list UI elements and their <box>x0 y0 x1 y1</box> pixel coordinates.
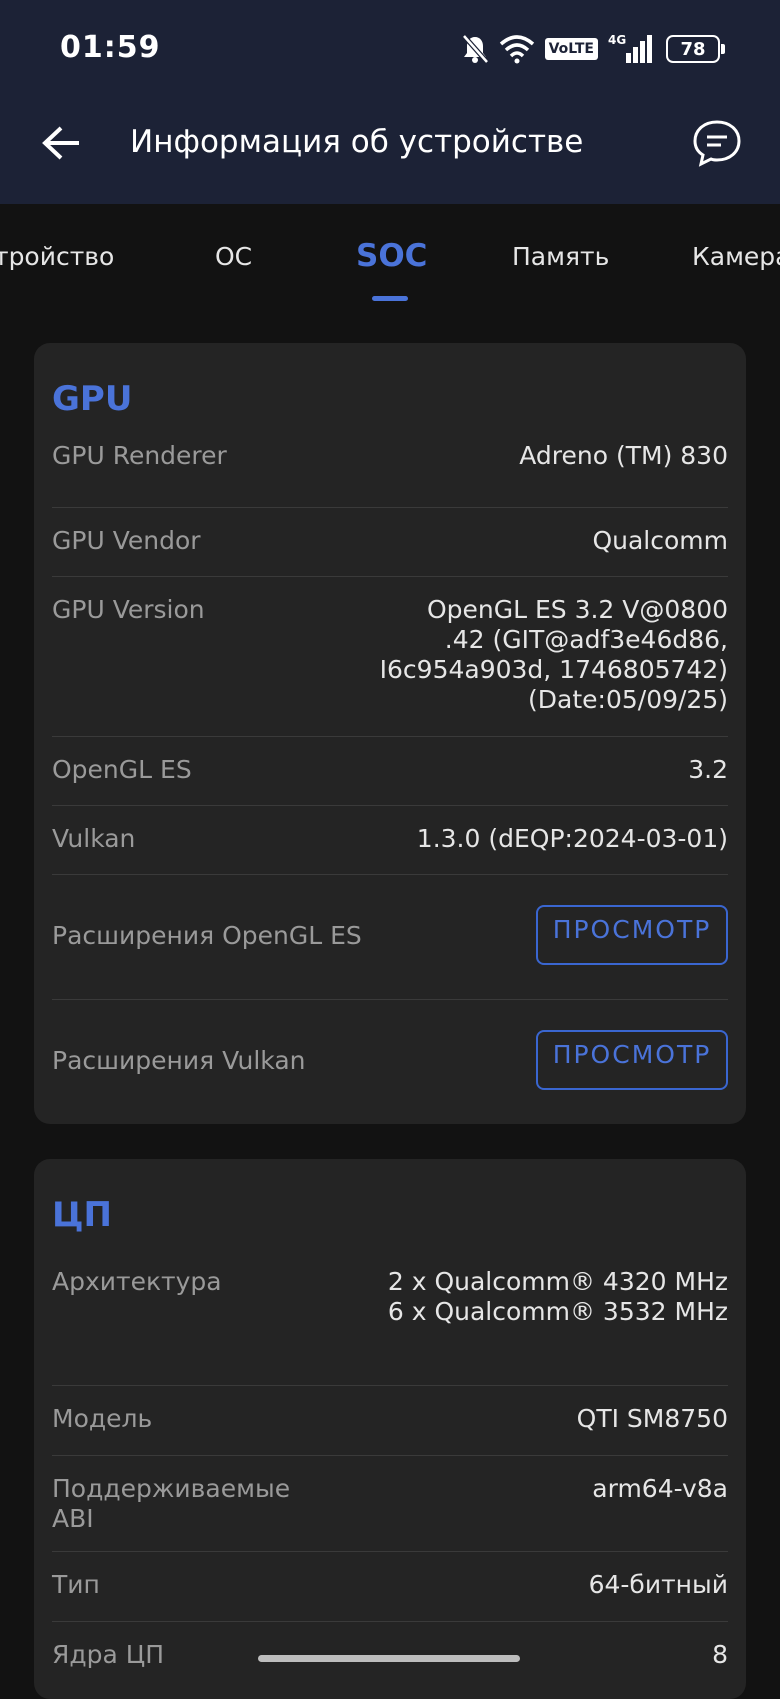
gpu-renderer-label: GPU Renderer <box>52 441 227 470</box>
vulkan-label: Vulkan <box>52 824 136 853</box>
gpu-version-value: OpenGL ES 3.2 V@0800 .42 (GIT@adf3e46d86… <box>379 595 728 714</box>
gpu-version-label: GPU Version <box>52 595 205 624</box>
abi-row: Поддерживаемые ABI arm64-v8a <box>52 1455 728 1552</box>
tab-soc[interactable]: SOC <box>356 238 427 274</box>
status-time: 01:59 <box>60 30 161 65</box>
cpu-cores-label: Ядра ЦП <box>52 1640 164 1669</box>
vulkan-extensions-label: Расширения Vulkan <box>52 1046 306 1075</box>
cpu-card: ЦП Архитектура 2 x Qualcomm® 4320 MHz 6 … <box>34 1159 746 1699</box>
model-value: QTI SM8750 <box>576 1404 728 1433</box>
model-label: Модель <box>52 1404 153 1433</box>
tab-os[interactable]: ОС <box>215 242 252 271</box>
opengl-es-value: 3.2 <box>688 755 728 784</box>
signal-icon: 4G <box>608 33 656 65</box>
battery-icon: 78 <box>666 35 725 63</box>
wifi-icon <box>499 34 535 64</box>
back-button[interactable] <box>36 118 86 168</box>
architecture-label: Архитектура <box>52 1267 222 1296</box>
type-row: Тип 64-битный <box>52 1551 728 1622</box>
page-title: Информация об устройстве <box>130 124 584 160</box>
view-opengl-extensions-button[interactable]: ПРОСМОТР <box>536 905 728 965</box>
status-icons: VoLTE 4G 78 <box>461 30 725 68</box>
vulkan-extensions-row: Расширения Vulkan ПРОСМОТР <box>52 999 728 1124</box>
active-tab-indicator <box>372 296 408 301</box>
view-vulkan-extensions-button[interactable]: ПРОСМОТР <box>536 1030 728 1090</box>
feedback-button[interactable] <box>690 116 744 170</box>
gpu-vendor-row: GPU Vendor Qualcomm <box>52 507 728 577</box>
model-row: Модель QTI SM8750 <box>52 1385 728 1456</box>
battery-level: 78 <box>680 38 706 60</box>
tab-device[interactable]: тройство <box>0 242 114 271</box>
gpu-vendor-value: Qualcomm <box>592 526 728 555</box>
volte-icon: VoLTE <box>544 38 598 60</box>
tab-memory[interactable]: Память <box>512 242 609 271</box>
architecture-value: 2 x Qualcomm® 4320 MHz 6 x Qualcomm® 353… <box>387 1267 728 1326</box>
home-indicator[interactable] <box>258 1655 520 1662</box>
app-header: 01:59 VoLTE 4G 78 Информация об устройст… <box>0 0 780 204</box>
opengl-es-label: OpenGL ES <box>52 755 192 784</box>
abi-value: arm64-v8a <box>592 1474 728 1503</box>
gpu-card-title: GPU <box>52 379 133 419</box>
opengl-extensions-label: Расширения OpenGL ES <box>52 921 362 950</box>
type-label: Тип <box>52 1570 100 1599</box>
gpu-renderer-row: GPU Renderer Adreno (TM) 830 <box>52 423 728 493</box>
gpu-vendor-label: GPU Vendor <box>52 526 201 555</box>
gpu-version-row: GPU Version OpenGL ES 3.2 V@0800 .42 (GI… <box>52 576 728 737</box>
vulkan-row: Vulkan 1.3.0 (dEQP:2024-03-01) <box>52 805 728 875</box>
arrow-left-icon <box>42 126 79 160</box>
opengl-extensions-row: Расширения OpenGL ES ПРОСМОТР <box>52 874 728 1000</box>
category-tabs: тройство ОС SOC Память Камера <box>0 230 780 310</box>
gpu-card: GPU GPU Renderer Adreno (TM) 830 GPU Ven… <box>34 343 746 1124</box>
abi-label: Поддерживаемые ABI <box>52 1474 291 1533</box>
opengl-es-row: OpenGL ES 3.2 <box>52 736 728 806</box>
mute-icon <box>461 34 489 64</box>
vulkan-value: 1.3.0 (dEQP:2024-03-01) <box>416 824 728 853</box>
chat-bubble-icon <box>693 120 741 167</box>
type-value: 64-битный <box>588 1570 728 1599</box>
cpu-card-title: ЦП <box>52 1195 112 1235</box>
tab-camera[interactable]: Камера <box>692 242 780 271</box>
gpu-renderer-value: Adreno (TM) 830 <box>519 441 728 470</box>
cpu-cores-value: 8 <box>712 1640 728 1669</box>
